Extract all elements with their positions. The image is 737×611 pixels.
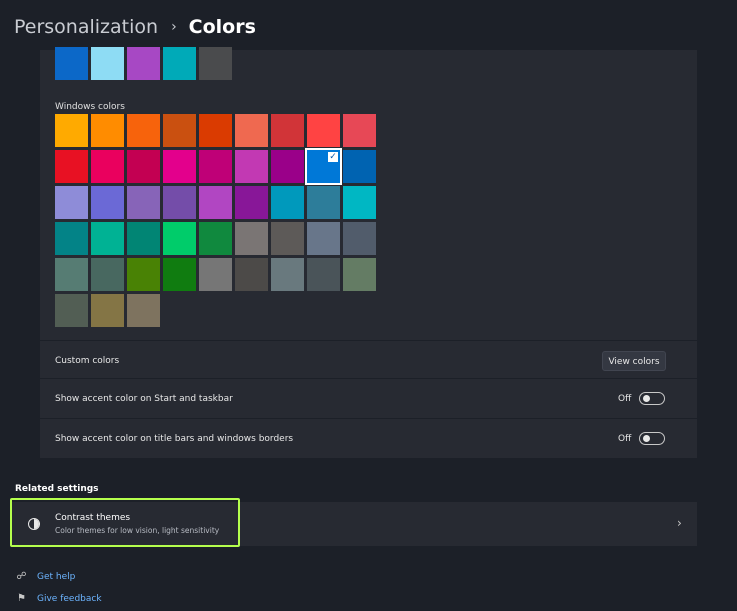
color-swatch[interactable] (343, 186, 376, 219)
color-swatch[interactable] (271, 186, 304, 219)
color-swatch[interactable] (271, 150, 304, 183)
checkmark-icon: ✓ (328, 152, 338, 162)
color-swatch[interactable] (163, 114, 196, 147)
color-swatch[interactable] (199, 186, 232, 219)
help-icon: ☍ (16, 571, 27, 582)
color-swatch[interactable] (91, 186, 124, 219)
feedback-icon: ⚑ (17, 593, 26, 604)
color-swatch[interactable]: ✓ (307, 150, 340, 183)
color-swatch[interactable] (163, 258, 196, 291)
color-swatch[interactable] (91, 222, 124, 255)
color-swatch[interactable] (271, 258, 304, 291)
color-swatch[interactable] (307, 258, 340, 291)
breadcrumb: Personalization › Colors (14, 16, 256, 38)
color-swatch[interactable] (307, 222, 340, 255)
color-swatch[interactable] (235, 150, 268, 183)
color-swatch[interactable] (55, 258, 88, 291)
get-help-link[interactable]: ☍ Get help (16, 571, 75, 582)
color-swatch[interactable] (127, 150, 160, 183)
divider (40, 340, 697, 341)
divider (40, 378, 697, 379)
give-feedback-label: Give feedback (37, 593, 102, 604)
windows-colors-label: Windows colors (55, 102, 125, 112)
color-swatch[interactable] (55, 186, 88, 219)
color-swatch[interactable] (199, 150, 232, 183)
color-swatch[interactable] (199, 114, 232, 147)
color-swatch[interactable] (307, 114, 340, 147)
accent-start-label: Show accent color on Start and taskbar (55, 394, 233, 404)
color-swatch[interactable] (199, 258, 232, 291)
page-title: Colors (188, 16, 256, 38)
color-swatch[interactable] (343, 222, 376, 255)
color-swatch[interactable] (55, 114, 88, 147)
color-swatch[interactable] (199, 222, 232, 255)
color-swatch[interactable] (91, 114, 124, 147)
accent-title-toggle[interactable] (639, 432, 666, 445)
related-settings-heading: Related settings (15, 484, 99, 494)
color-swatch[interactable] (163, 150, 196, 183)
color-swatch[interactable] (235, 258, 268, 291)
color-swatch[interactable] (127, 222, 160, 255)
recent-color-swatch[interactable] (55, 47, 88, 80)
get-help-label: Get help (37, 571, 76, 582)
accent-start-toggle[interactable] (639, 392, 666, 405)
view-colors-button[interactable]: View colors (602, 351, 666, 371)
contrast-themes-title: Contrast themes (55, 513, 131, 523)
color-swatch[interactable] (127, 186, 160, 219)
contrast-themes-subtitle: Color themes for low vision, light sensi… (55, 526, 220, 535)
color-swatch[interactable] (307, 186, 340, 219)
color-swatch[interactable] (127, 294, 160, 327)
color-swatch[interactable] (343, 258, 376, 291)
color-swatch[interactable] (91, 294, 124, 327)
color-swatch[interactable] (271, 114, 304, 147)
color-swatch[interactable] (271, 222, 304, 255)
give-feedback-link[interactable]: ⚑ Give feedback (16, 593, 102, 604)
color-swatch[interactable] (343, 150, 376, 183)
color-swatch[interactable] (55, 294, 88, 327)
contrast-icon (28, 518, 40, 530)
recent-color-swatch[interactable] (199, 47, 232, 80)
breadcrumb-separator-icon: › (171, 19, 177, 35)
accent-start-toggle-row: Off (618, 392, 666, 405)
chevron-right-icon: › (677, 516, 682, 530)
color-swatch[interactable] (235, 186, 268, 219)
color-swatch[interactable] (127, 258, 160, 291)
color-swatch[interactable] (91, 258, 124, 291)
breadcrumb-personalization[interactable]: Personalization (14, 16, 158, 38)
toggle-knob (643, 395, 651, 402)
custom-colors-label: Custom colors (55, 356, 120, 366)
color-swatch[interactable] (235, 114, 268, 147)
accent-start-state: Off (618, 393, 632, 404)
recent-color-swatch[interactable] (91, 47, 124, 80)
color-swatch[interactable] (163, 186, 196, 219)
color-swatch[interactable] (91, 150, 124, 183)
divider (40, 418, 697, 419)
accent-title-label: Show accent color on title bars and wind… (55, 434, 294, 444)
color-swatch[interactable] (343, 114, 376, 147)
color-swatch[interactable] (235, 222, 268, 255)
color-swatch[interactable] (55, 222, 88, 255)
recent-color-swatch[interactable] (127, 47, 160, 80)
accent-title-toggle-row: Off (618, 432, 666, 445)
recent-color-swatch[interactable] (163, 47, 196, 80)
color-swatch[interactable] (127, 114, 160, 147)
color-swatch[interactable] (163, 222, 196, 255)
color-swatch[interactable] (55, 150, 88, 183)
toggle-knob (643, 435, 651, 442)
accent-title-state: Off (618, 433, 632, 444)
